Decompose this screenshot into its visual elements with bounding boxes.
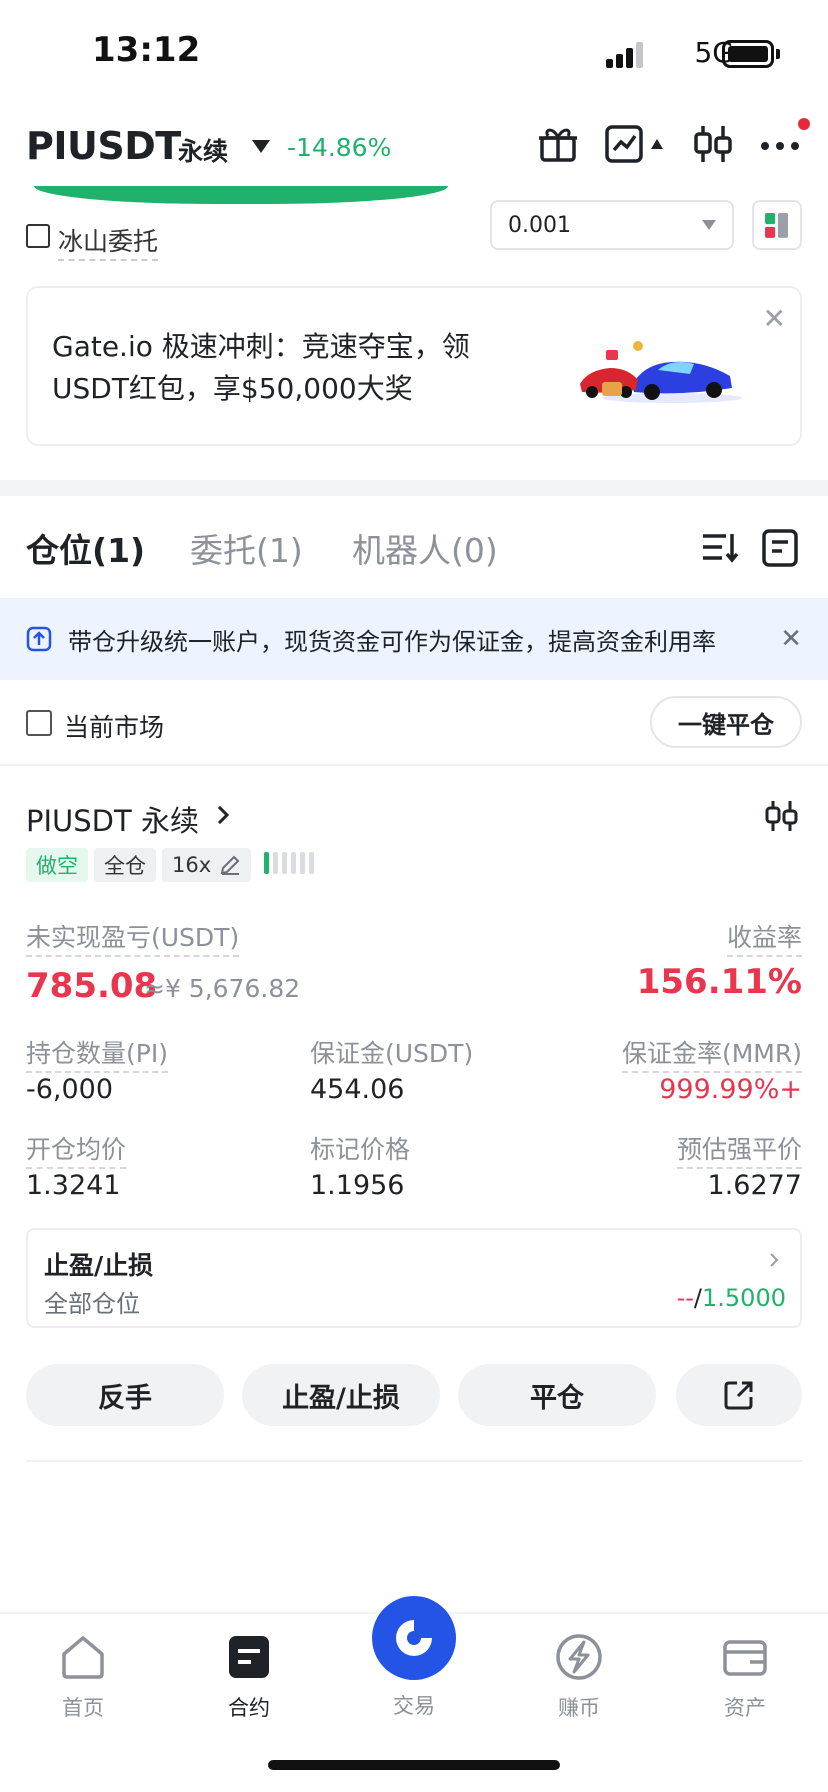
divider xyxy=(26,1460,802,1462)
chevron-down-icon xyxy=(702,220,716,230)
current-market-checkbox[interactable] xyxy=(26,710,52,736)
tpsl-button[interactable]: 止盈/止损 xyxy=(242,1364,440,1426)
sort-icon[interactable] xyxy=(700,528,740,568)
roe-label[interactable]: 收益率 xyxy=(726,918,802,957)
unified-account-notice[interactable]: 带仓升级统一账户，现货资金可作为保证金，提高资金利用率 ✕ xyxy=(0,598,828,680)
unrealized-pnl-cny: ≈¥ 5,676.82 xyxy=(144,974,301,1003)
iceberg-label[interactable]: 冰山委托 xyxy=(58,222,159,261)
tab-positions[interactable]: 仓位(1) xyxy=(26,524,145,572)
mmr-label[interactable]: 保证金率(MMR) xyxy=(621,1034,802,1073)
gift-icon[interactable] xyxy=(536,122,580,166)
candlestick-icon[interactable] xyxy=(764,798,800,834)
share-icon xyxy=(724,1381,753,1410)
section-separator xyxy=(0,480,828,496)
battery-icon xyxy=(722,40,774,68)
entry-price-label[interactable]: 开仓均价 xyxy=(26,1130,127,1169)
promo-banner[interactable]: Gate.io 极速冲刺：竞速夺宝，领USDT红包，享$50,000大奖 ✕ xyxy=(26,286,802,446)
nav-earn[interactable]: 赚币 xyxy=(524,1632,634,1722)
more-icon[interactable] xyxy=(758,122,802,166)
leverage-value: 16x xyxy=(172,853,212,877)
precision-select[interactable]: 0.001 xyxy=(490,200,734,250)
candlestick-icon[interactable] xyxy=(692,122,736,166)
notification-dot xyxy=(798,118,810,130)
chevron-right-icon[interactable] xyxy=(214,806,232,824)
nav-label: 赚币 xyxy=(558,1696,600,1720)
nav-label: 合约 xyxy=(228,1696,270,1720)
tp-value: -- xyxy=(676,1284,694,1312)
tab-bots[interactable]: 机器人(0) xyxy=(352,524,498,572)
divider xyxy=(0,764,828,766)
position-pair[interactable]: PIUSDT 永续 xyxy=(26,798,199,840)
nav-label: 首页 xyxy=(62,1696,104,1720)
orderbook-layout-icon[interactable] xyxy=(752,200,802,250)
unrealized-pnl-label[interactable]: 未实现盈亏(USDT) xyxy=(26,918,240,957)
margin-mode-tag: 全仓 xyxy=(94,848,156,882)
liq-price-label[interactable]: 预估强平价 xyxy=(676,1130,802,1169)
reverse-button[interactable]: 反手 xyxy=(26,1364,224,1426)
price-change: -14.86% xyxy=(287,133,392,162)
home-indicator[interactable] xyxy=(268,1760,560,1770)
side-tag: 做空 xyxy=(26,848,88,882)
pair-title[interactable]: PIUSDT xyxy=(26,124,181,168)
nav-assets[interactable]: 资产 xyxy=(690,1632,800,1722)
size-label[interactable]: 持仓数量(PI) xyxy=(26,1034,168,1073)
nav-futures[interactable]: 合约 xyxy=(194,1632,304,1722)
risk-level-indicator xyxy=(264,852,318,878)
nav-label: 交易 xyxy=(393,1694,435,1718)
wallet-icon xyxy=(723,1640,767,1676)
futures-icon xyxy=(229,1636,269,1678)
earn-icon xyxy=(556,1634,602,1680)
chart-menu-caret-icon[interactable] xyxy=(650,138,664,150)
battery-tip xyxy=(776,49,780,59)
share-button[interactable] xyxy=(676,1364,802,1426)
mmr-value: 999.99%+ xyxy=(659,1074,802,1105)
tab-orders[interactable]: 委托(1) xyxy=(190,524,303,572)
liq-price-value: 1.6277 xyxy=(707,1170,802,1201)
close-icon[interactable]: ✕ xyxy=(780,624,802,654)
iceberg-checkbox[interactable] xyxy=(26,224,50,248)
signal-icon xyxy=(606,42,648,68)
banner-text: Gate.io 极速冲刺：竞速夺宝，领USDT红包，享$50,000大奖 xyxy=(52,330,470,405)
tpsl-separator: / xyxy=(693,1284,703,1312)
buy-button-edge[interactable] xyxy=(34,186,448,204)
chart-trend-icon[interactable] xyxy=(604,122,648,166)
home-icon xyxy=(62,1636,104,1679)
margin-label: 保证金(USDT) xyxy=(310,1039,474,1068)
tpsl-title: 止盈/止损 xyxy=(44,1251,154,1280)
tpsl-scope: 全部仓位 xyxy=(44,1290,140,1318)
tpsl-panel[interactable]: 止盈/止损 全部仓位 --/1.5000 xyxy=(26,1228,802,1328)
entry-price-value: 1.3241 xyxy=(26,1170,121,1201)
nav-home[interactable]: 首页 xyxy=(28,1632,138,1722)
roe-value: 156.11% xyxy=(636,962,802,1002)
close-icon[interactable]: ✕ xyxy=(763,302,786,335)
current-market-label[interactable]: 当前市场 xyxy=(64,708,164,744)
leverage-tag[interactable]: 16x xyxy=(162,848,252,882)
chevron-right-icon xyxy=(770,1253,779,1267)
history-record-icon[interactable] xyxy=(760,528,800,568)
margin-value: 454.06 xyxy=(310,1074,405,1105)
notice-text: 带仓升级统一账户，现货资金可作为保证金，提高资金利用率 xyxy=(68,627,716,656)
nav-label: 资产 xyxy=(724,1696,766,1720)
mark-price-label: 标记价格 xyxy=(310,1135,411,1164)
mark-price-value: 1.1956 xyxy=(310,1170,405,1201)
contract-type[interactable]: 永续 xyxy=(178,132,228,168)
sl-value: 1.5000 xyxy=(702,1284,786,1312)
pair-dropdown-icon[interactable] xyxy=(252,140,270,153)
nav-trade[interactable] xyxy=(372,1596,456,1680)
close-position-button[interactable]: 平仓 xyxy=(458,1364,656,1426)
status-time: 13:12 xyxy=(92,30,201,70)
race-car-illustration xyxy=(580,341,742,403)
precision-value: 0.001 xyxy=(508,212,571,238)
unrealized-pnl: 785.08 xyxy=(26,966,158,1006)
close-all-button[interactable]: 一键平仓 xyxy=(650,696,802,748)
size-value: -6,000 xyxy=(26,1074,114,1105)
edit-icon xyxy=(220,855,240,875)
tpsl-values: --/1.5000 xyxy=(677,1284,786,1312)
trade-icon xyxy=(396,1620,432,1656)
upgrade-icon xyxy=(26,626,52,652)
